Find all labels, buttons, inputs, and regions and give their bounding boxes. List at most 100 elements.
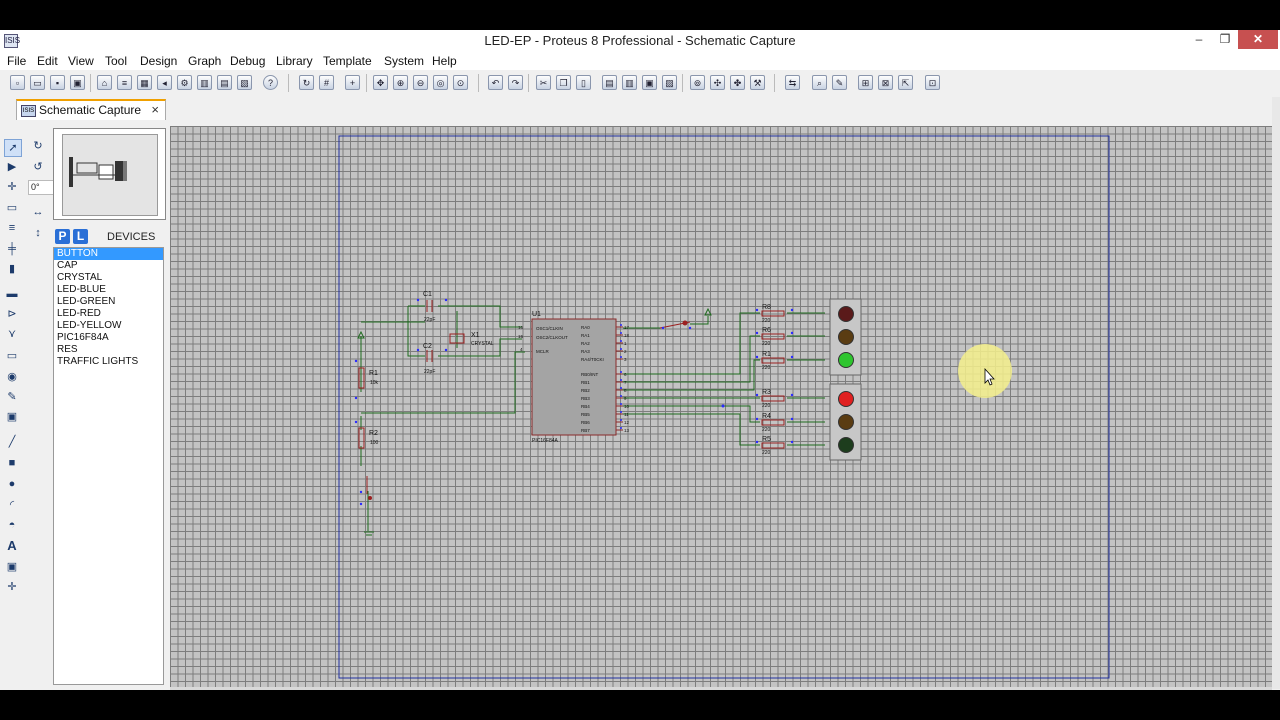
rotate-anticlockwise-icon[interactable]: ↺ [30, 159, 46, 175]
mirror-x-icon[interactable]: ↔ [30, 204, 46, 220]
device-item-led-blue[interactable]: LED-BLUE [54, 284, 163, 296]
block-move-icon[interactable]: ▥ [622, 75, 637, 90]
line-icon[interactable]: ╱ [4, 434, 20, 450]
menu-library[interactable]: Library [276, 54, 313, 68]
minimize-button[interactable]: ‒ [1186, 30, 1212, 49]
menu-debug[interactable]: Debug [230, 54, 265, 68]
traffic-lights-top[interactable] [829, 298, 862, 376]
block-copy-icon[interactable]: ▤ [602, 75, 617, 90]
3d-icon[interactable]: ◂ [157, 75, 172, 90]
menu-graph[interactable]: Graph [188, 54, 221, 68]
device-item-cap[interactable]: CAP [54, 260, 163, 272]
selection-mode-icon[interactable]: ➚ [4, 139, 22, 157]
refresh-icon[interactable]: ↻ [299, 75, 314, 90]
menu-template[interactable]: Template [323, 54, 372, 68]
pick-device-icon[interactable]: ⊚ [690, 75, 705, 90]
make-device-icon[interactable]: ✣ [710, 75, 725, 90]
pcb-icon[interactable]: ▦ [137, 75, 152, 90]
schematic-canvas[interactable]: C1 22pF C2 22pF X1 CRYSTAL R1 10k R2 100 [170, 126, 1272, 687]
remove-sheet-icon[interactable]: ⊠ [878, 75, 893, 90]
block-rotate-icon[interactable]: ▣ [642, 75, 657, 90]
cut-icon[interactable]: ✂ [536, 75, 551, 90]
subcircuit-icon[interactable]: ▮ [4, 261, 20, 277]
capacitor-c1[interactable]: C1 22pF [423, 291, 435, 323]
text-icon[interactable]: A [4, 538, 20, 554]
arc-icon[interactable]: ◜ [4, 497, 20, 513]
vertical-scrollbar[interactable] [1272, 97, 1280, 689]
wire-autorouter-icon[interactable]: ⇆ [785, 75, 800, 90]
pick-devices-button[interactable]: P [55, 229, 70, 244]
device-item-crystal[interactable]: CRYSTAL [54, 272, 163, 284]
marker-icon[interactable]: ✛ [4, 579, 20, 595]
zoom-out-icon[interactable]: ⊖ [413, 75, 428, 90]
circle-icon[interactable]: ● [4, 476, 20, 492]
erc-report-icon[interactable]: ⊡ [925, 75, 940, 90]
new-sheet-icon[interactable]: ⊞ [858, 75, 873, 90]
open-icon[interactable]: ▭ [30, 75, 45, 90]
source-icon[interactable]: ▤ [217, 75, 232, 90]
device-item-traffic-lights[interactable]: TRAFFIC LIGHTS [54, 356, 163, 368]
gerber-icon[interactable]: ⚙ [177, 75, 192, 90]
menu-tool[interactable]: Tool [105, 54, 127, 68]
tape-recorder-icon[interactable]: ▭ [4, 348, 20, 364]
grid-icon[interactable]: # [319, 75, 334, 90]
voltage-probe-icon[interactable]: ✎ [4, 389, 20, 405]
library-manager-button[interactable]: L [73, 229, 88, 244]
device-item-led-green[interactable]: LED-GREEN [54, 296, 163, 308]
traffic-lights-bottom[interactable] [829, 383, 862, 461]
zoom-in-icon[interactable]: ⊕ [393, 75, 408, 90]
component-mode-icon[interactable]: ▶ [4, 159, 20, 175]
close-button[interactable]: ✕ [1238, 30, 1278, 49]
text-script-icon[interactable]: ≡ [4, 220, 20, 236]
reset-button-part[interactable] [359, 476, 372, 506]
menu-edit[interactable]: Edit [37, 54, 58, 68]
maximize-button[interactable]: ❐ [1212, 30, 1238, 49]
menu-system[interactable]: System [384, 54, 424, 68]
junction-dot-icon[interactable]: ✛ [4, 179, 20, 195]
symbol-icon[interactable]: ▣ [4, 559, 20, 575]
resistor-r2[interactable]: R2 100 [358, 427, 379, 449]
microcontroller-u1[interactable]: U1 PIC16F84A OSC1/CLKIN OSC2/CLKOUT MCLR… [518, 311, 630, 444]
device-item-led-red[interactable]: LED-RED [54, 308, 163, 320]
exit-parent-icon[interactable]: ⇱ [898, 75, 913, 90]
menu-view[interactable]: View [68, 54, 94, 68]
overview-window[interactable] [53, 128, 166, 220]
path-icon[interactable]: ◓ [4, 517, 20, 533]
zoom-all-icon[interactable]: ◎ [433, 75, 448, 90]
origin-icon[interactable]: + [345, 75, 360, 90]
rotate-clockwise-icon[interactable]: ↻ [30, 138, 46, 154]
device-item-pic16f84a[interactable]: PIC16F84A [54, 332, 163, 344]
schematic-icon[interactable]: ≡ [117, 75, 132, 90]
block-delete-icon[interactable]: ▨ [662, 75, 677, 90]
pan-icon[interactable]: ✥ [373, 75, 388, 90]
graph-mode-icon[interactable]: ⋎ [4, 326, 20, 342]
device-item-res[interactable]: RES [54, 344, 163, 356]
device-pins-icon[interactable]: ⊳ [4, 306, 20, 322]
terminals-icon[interactable]: ▬ [4, 286, 20, 302]
mirror-y-icon[interactable]: ↕ [30, 225, 46, 241]
menu-help[interactable]: Help [432, 54, 457, 68]
redo-icon[interactable]: ↷ [508, 75, 523, 90]
rotation-angle-field[interactable]: 0° [28, 180, 54, 195]
copy-icon[interactable]: ❐ [556, 75, 571, 90]
paste-icon[interactable]: ▯ [576, 75, 591, 90]
vsm-icon[interactable]: ▧ [237, 75, 252, 90]
property-assignment-icon[interactable]: ✎ [832, 75, 847, 90]
menu-design[interactable]: Design [140, 54, 177, 68]
search-icon[interactable]: ⌕ [812, 75, 827, 90]
resistor-r1[interactable]: R1 10k [358, 367, 379, 389]
home-icon[interactable]: ⌂ [97, 75, 112, 90]
tab-schematic-capture[interactable]: ISIS Schematic Capture × [16, 99, 166, 120]
tab-close-icon[interactable]: × [151, 102, 159, 117]
push-button-part[interactable] [659, 320, 692, 330]
close-project-icon[interactable]: ▣ [70, 75, 85, 90]
capacitor-c2[interactable]: C2 22pF [423, 343, 435, 375]
device-item-button[interactable]: BUTTON [54, 248, 163, 260]
menu-file[interactable]: File [7, 54, 26, 68]
help-icon[interactable]: ? [263, 75, 278, 90]
bom-icon[interactable]: ▥ [197, 75, 212, 90]
buses-icon[interactable]: ╪ [4, 241, 20, 257]
generator-icon[interactable]: ◉ [4, 369, 20, 385]
save-icon[interactable]: ▪ [50, 75, 65, 90]
box-icon[interactable]: ■ [4, 455, 20, 471]
